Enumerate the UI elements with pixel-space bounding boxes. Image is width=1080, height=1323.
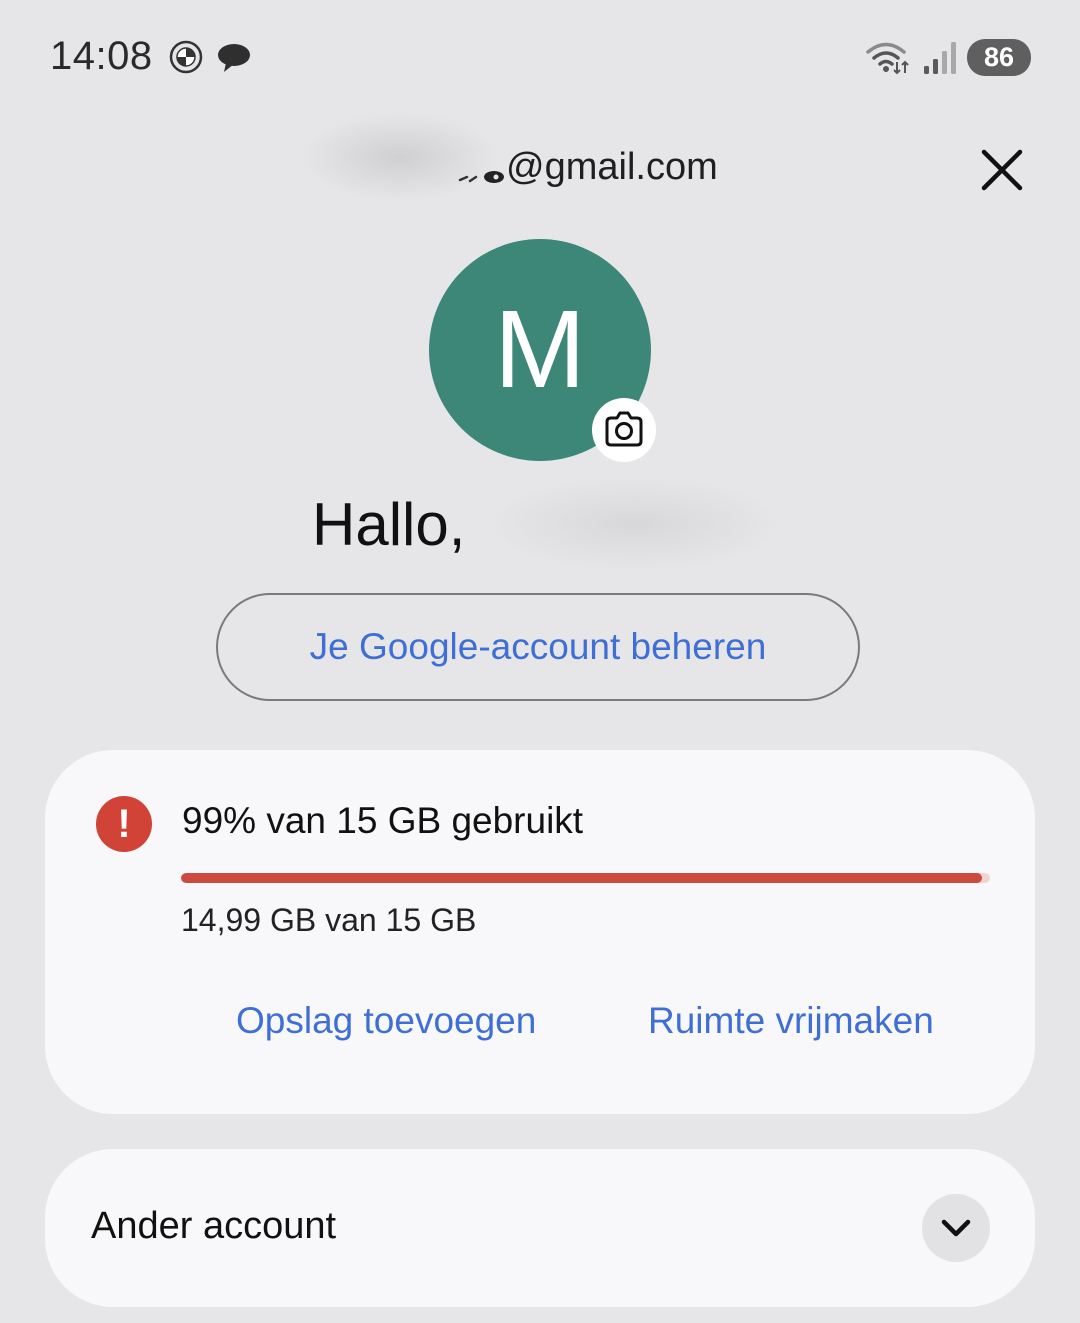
greeting: Hallo, [312, 491, 466, 558]
alert-icon: ! [96, 796, 152, 852]
manage-account-button[interactable]: Je Google-account beheren [216, 593, 860, 701]
storage-usage-detail: 14,99 GB van 15 GB [181, 902, 477, 938]
email-prefix-fragment [458, 171, 504, 183]
storage-progress-bar [181, 873, 990, 883]
add-storage-button[interactable]: Opslag toevoegen [236, 1000, 536, 1042]
wifi-icon [866, 42, 909, 75]
battery-icon: 86 [967, 39, 1031, 76]
expand-accounts-button[interactable] [922, 1194, 990, 1262]
storage-progress-fill [181, 873, 982, 883]
user-name-redacted [490, 478, 780, 570]
close-icon [981, 149, 1023, 191]
camera-icon [605, 411, 643, 447]
account-email: @gmail.com [506, 146, 718, 188]
email-prefix-redacted [300, 112, 500, 202]
bmw-logo-icon [169, 40, 203, 74]
chat-bubble-icon [218, 44, 250, 72]
storage-usage-title: 99% van 15 GB gebruikt [182, 800, 584, 841]
change-photo-button[interactable] [592, 398, 656, 462]
status-time: 14:08 [50, 34, 153, 78]
other-account-label: Ander account [91, 1205, 337, 1247]
chevron-down-icon [941, 1219, 971, 1237]
close-button[interactable] [972, 140, 1032, 200]
signal-icon [924, 42, 956, 74]
free-up-space-button[interactable]: Ruimte vrijmaken [648, 1000, 934, 1042]
